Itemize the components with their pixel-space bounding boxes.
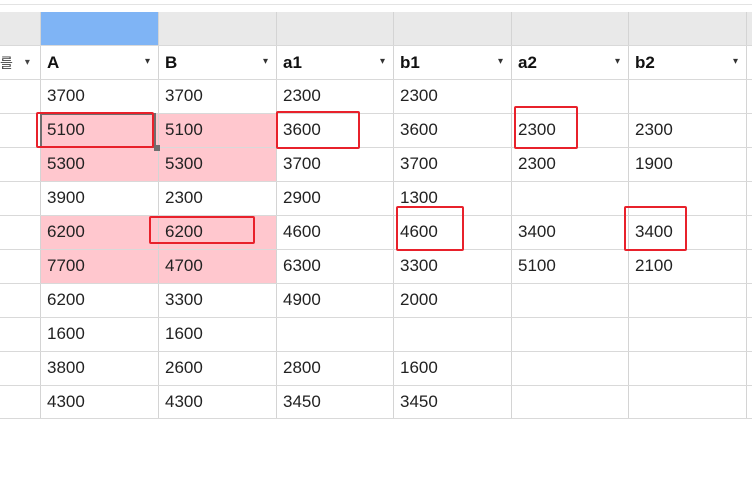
table-cell[interactable]: 1600 (393, 351, 511, 385)
spreadsheet-grid: 를 ▾ A ▾ B ▾ a1 ▾ b1 ▾ a2 ▾ b2 ▾ 3700 370… (0, 0, 752, 488)
annotation-box (396, 206, 464, 251)
table-cell[interactable] (628, 317, 746, 351)
header-label: a1 (283, 52, 302, 72)
table-cell[interactable]: 2300 (276, 79, 393, 113)
header-label: b2 (635, 52, 655, 72)
table-cell[interactable]: 3450 (276, 385, 393, 419)
fill-handle[interactable] (154, 145, 160, 151)
table-cell[interactable]: 1600 (158, 317, 276, 351)
table-cell[interactable]: 4900 (276, 283, 393, 317)
table-cell[interactable]: 6200 (40, 283, 158, 317)
column-letter-header-selected[interactable] (40, 12, 158, 45)
header-cell-b1[interactable]: b1 ▾ (393, 46, 511, 79)
table-cell[interactable]: 2300 (628, 113, 746, 147)
header-label: a2 (518, 52, 537, 72)
left-header-text: 를 (0, 54, 13, 71)
table-cell[interactable]: 3400 (511, 215, 628, 249)
table-cell[interactable]: 3700 (276, 147, 393, 181)
header-label: B (165, 52, 178, 72)
table-cell[interactable] (511, 181, 628, 215)
table-cell[interactable]: 3300 (158, 283, 276, 317)
column-letter-header[interactable] (158, 12, 276, 45)
left-column-header-fragment[interactable]: 를 ▾ (0, 46, 40, 79)
filter-dropdown-icon[interactable]: ▾ (733, 56, 738, 67)
table-cell[interactable]: 7700 (40, 249, 158, 283)
table-cell[interactable] (628, 283, 746, 317)
table-cell[interactable]: 6200 (40, 215, 158, 249)
table-cell[interactable]: 2300 (511, 147, 628, 181)
table-cell[interactable]: 5100 (511, 249, 628, 283)
table-cell[interactable] (511, 351, 628, 385)
table-cell[interactable]: 1900 (628, 147, 746, 181)
header-cell-A[interactable]: A ▾ (40, 46, 158, 79)
table-cell[interactable]: 3800 (40, 351, 158, 385)
table-cell[interactable]: 4300 (158, 385, 276, 419)
filter-dropdown-icon[interactable]: ▾ (498, 56, 503, 67)
table-cell[interactable]: 2300 (393, 79, 511, 113)
row-number-corner[interactable] (0, 12, 40, 45)
filter-dropdown-icon[interactable]: ▾ (263, 56, 268, 67)
table-cell[interactable]: 3600 (393, 113, 511, 147)
table-cell[interactable]: 3900 (40, 181, 158, 215)
column-letter-header[interactable] (393, 12, 511, 45)
column-letter-header[interactable] (276, 12, 393, 45)
table-cell[interactable]: 2800 (276, 351, 393, 385)
table-cell[interactable]: 3700 (40, 79, 158, 113)
annotation-box (514, 106, 578, 149)
filter-dropdown-icon[interactable]: ▾ (380, 56, 385, 67)
table-cell[interactable]: 4300 (40, 385, 158, 419)
table-cell[interactable]: 2900 (276, 181, 393, 215)
table-cell[interactable] (393, 317, 511, 351)
table-cell[interactable]: 3450 (393, 385, 511, 419)
filter-dropdown-icon[interactable]: ▾ (145, 56, 150, 67)
column-letter-header[interactable] (628, 12, 752, 45)
table-cell[interactable]: 5100 (158, 113, 276, 147)
table-cell[interactable]: 2300 (158, 181, 276, 215)
filter-dropdown-icon[interactable]: ▾ (25, 57, 30, 68)
table-cell[interactable] (628, 79, 746, 113)
header-cell-b2[interactable]: b2 ▾ (628, 46, 746, 79)
table-cell[interactable]: 5300 (158, 147, 276, 181)
table-cell[interactable]: 2600 (158, 351, 276, 385)
header-cell-a1[interactable]: a1 ▾ (276, 46, 393, 79)
column-letter-header[interactable] (511, 12, 628, 45)
table-cell[interactable]: 1600 (40, 317, 158, 351)
table-cell[interactable] (628, 385, 746, 419)
table-cell[interactable]: 2100 (628, 249, 746, 283)
table-cell[interactable]: 5300 (40, 147, 158, 181)
table-cell[interactable] (628, 351, 746, 385)
table-cell[interactable]: 3700 (393, 147, 511, 181)
table-cell[interactable]: 3700 (158, 79, 276, 113)
header-label: A (47, 52, 60, 72)
annotation-box (149, 216, 255, 244)
toolbar-divider (0, 4, 752, 5)
table-cell[interactable] (276, 317, 393, 351)
header-cell-a2[interactable]: a2 ▾ (511, 46, 628, 79)
table-cell[interactable]: 4600 (276, 215, 393, 249)
annotation-box (624, 206, 687, 251)
table-cell[interactable]: 2000 (393, 283, 511, 317)
header-cell-B[interactable]: B ▾ (158, 46, 276, 79)
filter-dropdown-icon[interactable]: ▾ (615, 56, 620, 67)
table-cell[interactable]: 3300 (393, 249, 511, 283)
annotation-box (276, 111, 360, 149)
table-cell[interactable] (511, 385, 628, 419)
table-cell[interactable]: 4700 (158, 249, 276, 283)
table-cell[interactable] (511, 283, 628, 317)
table-cell[interactable] (511, 317, 628, 351)
header-label: b1 (400, 52, 420, 72)
annotation-box (36, 112, 154, 148)
table-cell[interactable]: 6300 (276, 249, 393, 283)
